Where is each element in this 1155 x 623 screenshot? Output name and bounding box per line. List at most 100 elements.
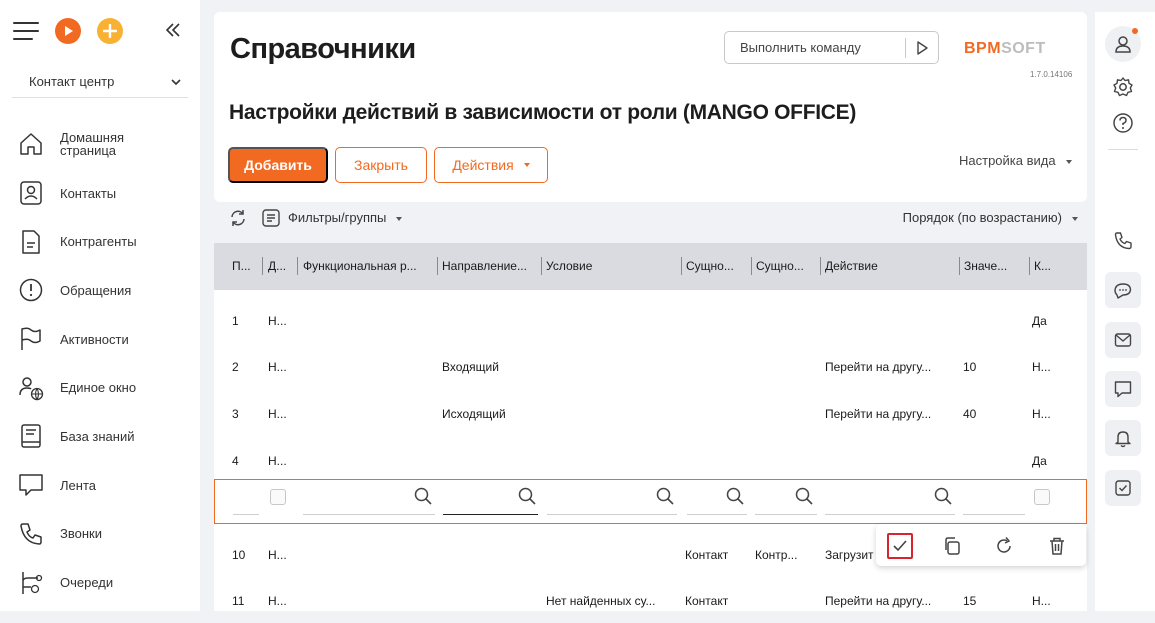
column-divider[interactable] bbox=[681, 257, 682, 275]
actions-button[interactable]: Действия bbox=[434, 147, 548, 183]
sidebar-item-knowledge-base[interactable]: База знаний bbox=[0, 412, 200, 461]
column-header[interactable]: Действие bbox=[825, 259, 955, 273]
checkbox[interactable] bbox=[270, 489, 286, 505]
column-header[interactable]: Сущно... bbox=[686, 259, 748, 273]
settings-button[interactable] bbox=[1105, 69, 1141, 105]
copy-button[interactable] bbox=[939, 533, 965, 559]
cell-value: Н... bbox=[268, 360, 287, 374]
sidebar-topbar bbox=[0, 0, 200, 60]
sidebar-item-activities[interactable]: Активности bbox=[0, 315, 200, 364]
messages-button[interactable] bbox=[1105, 371, 1141, 407]
save-button[interactable] bbox=[887, 533, 913, 559]
filters-dropdown[interactable]: Фильтры/группы bbox=[288, 210, 403, 225]
sidebar-item-label: Звонки bbox=[60, 526, 102, 542]
add-button[interactable]: Добавить bbox=[228, 147, 328, 183]
command-divider bbox=[905, 38, 906, 58]
chat-button[interactable] bbox=[1105, 272, 1141, 308]
help-button[interactable] bbox=[1105, 105, 1141, 141]
column-header[interactable]: Функциональная р... bbox=[303, 259, 435, 273]
action-field[interactable] bbox=[825, 514, 955, 515]
command-input[interactable]: Выполнить команду bbox=[724, 31, 939, 64]
search-icon[interactable] bbox=[413, 486, 433, 506]
column-divider[interactable] bbox=[437, 257, 438, 275]
command-placeholder: Выполнить команду bbox=[740, 40, 861, 55]
view-settings[interactable]: Настройка вида bbox=[959, 153, 1072, 168]
trash-icon bbox=[1050, 537, 1064, 555]
sidebar-item-accounts[interactable]: Контрагенты bbox=[0, 217, 200, 266]
column-divider[interactable] bbox=[959, 257, 960, 275]
search-icon[interactable] bbox=[517, 486, 537, 506]
email-button[interactable] bbox=[1105, 322, 1141, 358]
refresh-icon[interactable] bbox=[228, 208, 248, 228]
sort-order-dropdown[interactable]: Порядок (по возрастанию) bbox=[903, 210, 1078, 225]
column-header[interactable]: Д... bbox=[268, 259, 296, 273]
filter-bar: Фильтры/группы Порядок (по возрастанию) bbox=[228, 206, 1088, 230]
workspace-label: Контакт центр bbox=[29, 74, 115, 89]
column-header[interactable]: Условие bbox=[546, 259, 676, 273]
column-divider[interactable] bbox=[820, 257, 821, 275]
sidebar-item-label: Лента bbox=[60, 477, 96, 493]
sidebar-item-home[interactable]: Домашняя страница bbox=[0, 120, 200, 169]
column-header[interactable]: Значе... bbox=[964, 259, 1026, 273]
sidebar-item-single-window[interactable]: Единое окно bbox=[0, 363, 200, 412]
add-icon[interactable] bbox=[97, 18, 123, 44]
column-divider[interactable] bbox=[541, 257, 542, 275]
role-field[interactable] bbox=[303, 514, 435, 515]
table-row[interactable]: 11 Н... Нет найденных су... Контакт Пере… bbox=[214, 577, 1087, 623]
filter-icon[interactable] bbox=[261, 208, 281, 228]
column-header[interactable]: Направление... bbox=[442, 259, 538, 273]
sort-order-label: Порядок (по возрастанию) bbox=[902, 210, 1062, 225]
checkbox[interactable] bbox=[1034, 489, 1050, 505]
position-field[interactable] bbox=[233, 514, 259, 515]
sidebar-item-feed[interactable]: Лента bbox=[0, 461, 200, 510]
column-header[interactable]: П... bbox=[232, 259, 260, 273]
value-field[interactable] bbox=[963, 514, 1025, 515]
search-icon[interactable] bbox=[794, 486, 814, 506]
search-icon[interactable] bbox=[933, 486, 953, 506]
table-row[interactable]: 2 Н... Входящий Перейти на другу... 10 Н… bbox=[214, 343, 1087, 389]
play-icon[interactable] bbox=[55, 18, 81, 44]
notification-dot bbox=[1132, 28, 1138, 34]
table-row[interactable]: 1 Н... Да bbox=[214, 297, 1087, 343]
cell-value: Н... bbox=[268, 314, 287, 328]
profile-button[interactable] bbox=[1105, 26, 1141, 62]
search-icon[interactable] bbox=[655, 486, 675, 506]
menu-icon[interactable] bbox=[13, 22, 39, 40]
sidebar-item-cases[interactable]: Обращения bbox=[0, 266, 200, 315]
close-button[interactable]: Закрыть bbox=[335, 147, 427, 183]
entity-field[interactable] bbox=[687, 514, 747, 515]
sidebar-item-label: Домашняя страница bbox=[60, 130, 125, 159]
column-header[interactable]: Сущно... bbox=[756, 259, 818, 273]
sidebar-item-queues[interactable]: Очереди bbox=[0, 558, 200, 607]
cell-value: Н... bbox=[1032, 594, 1051, 608]
entity-field-2[interactable] bbox=[755, 514, 817, 515]
column-divider[interactable] bbox=[751, 257, 752, 275]
tasks-button[interactable] bbox=[1105, 470, 1141, 506]
direction-field[interactable] bbox=[443, 514, 538, 515]
table-row[interactable]: 4 Н... Да bbox=[214, 437, 1087, 483]
bell-icon bbox=[1115, 431, 1131, 448]
collapse-icon[interactable] bbox=[163, 20, 183, 40]
undo-button[interactable] bbox=[991, 533, 1017, 559]
column-divider[interactable] bbox=[1029, 257, 1030, 275]
cell-value: Н... bbox=[1032, 407, 1051, 421]
run-command-icon[interactable] bbox=[914, 40, 930, 56]
table-row[interactable]: 3 Н... Исходящий Перейти на другу... 40 … bbox=[214, 390, 1087, 436]
user-icon bbox=[1115, 36, 1131, 53]
workspace-select[interactable]: Контакт центр bbox=[12, 66, 188, 98]
sidebar-item-calls[interactable]: Звонки bbox=[0, 510, 200, 559]
sidebar-item-contacts[interactable]: Контакты bbox=[0, 169, 200, 218]
search-icon[interactable] bbox=[725, 486, 745, 506]
contact-icon bbox=[20, 181, 42, 205]
column-divider[interactable] bbox=[297, 257, 298, 275]
phone-button[interactable] bbox=[1105, 223, 1141, 259]
chat-icon bbox=[1114, 283, 1132, 299]
condition-field[interactable] bbox=[547, 514, 677, 515]
delete-button[interactable] bbox=[1044, 533, 1070, 559]
caret-down-icon bbox=[1072, 216, 1078, 221]
column-divider[interactable] bbox=[262, 257, 263, 275]
column-header[interactable]: К... bbox=[1034, 259, 1064, 273]
notifications-button[interactable] bbox=[1105, 420, 1141, 456]
grid-header: П... Д... Функциональная р... Направлени… bbox=[214, 243, 1087, 290]
check-icon bbox=[893, 540, 907, 552]
